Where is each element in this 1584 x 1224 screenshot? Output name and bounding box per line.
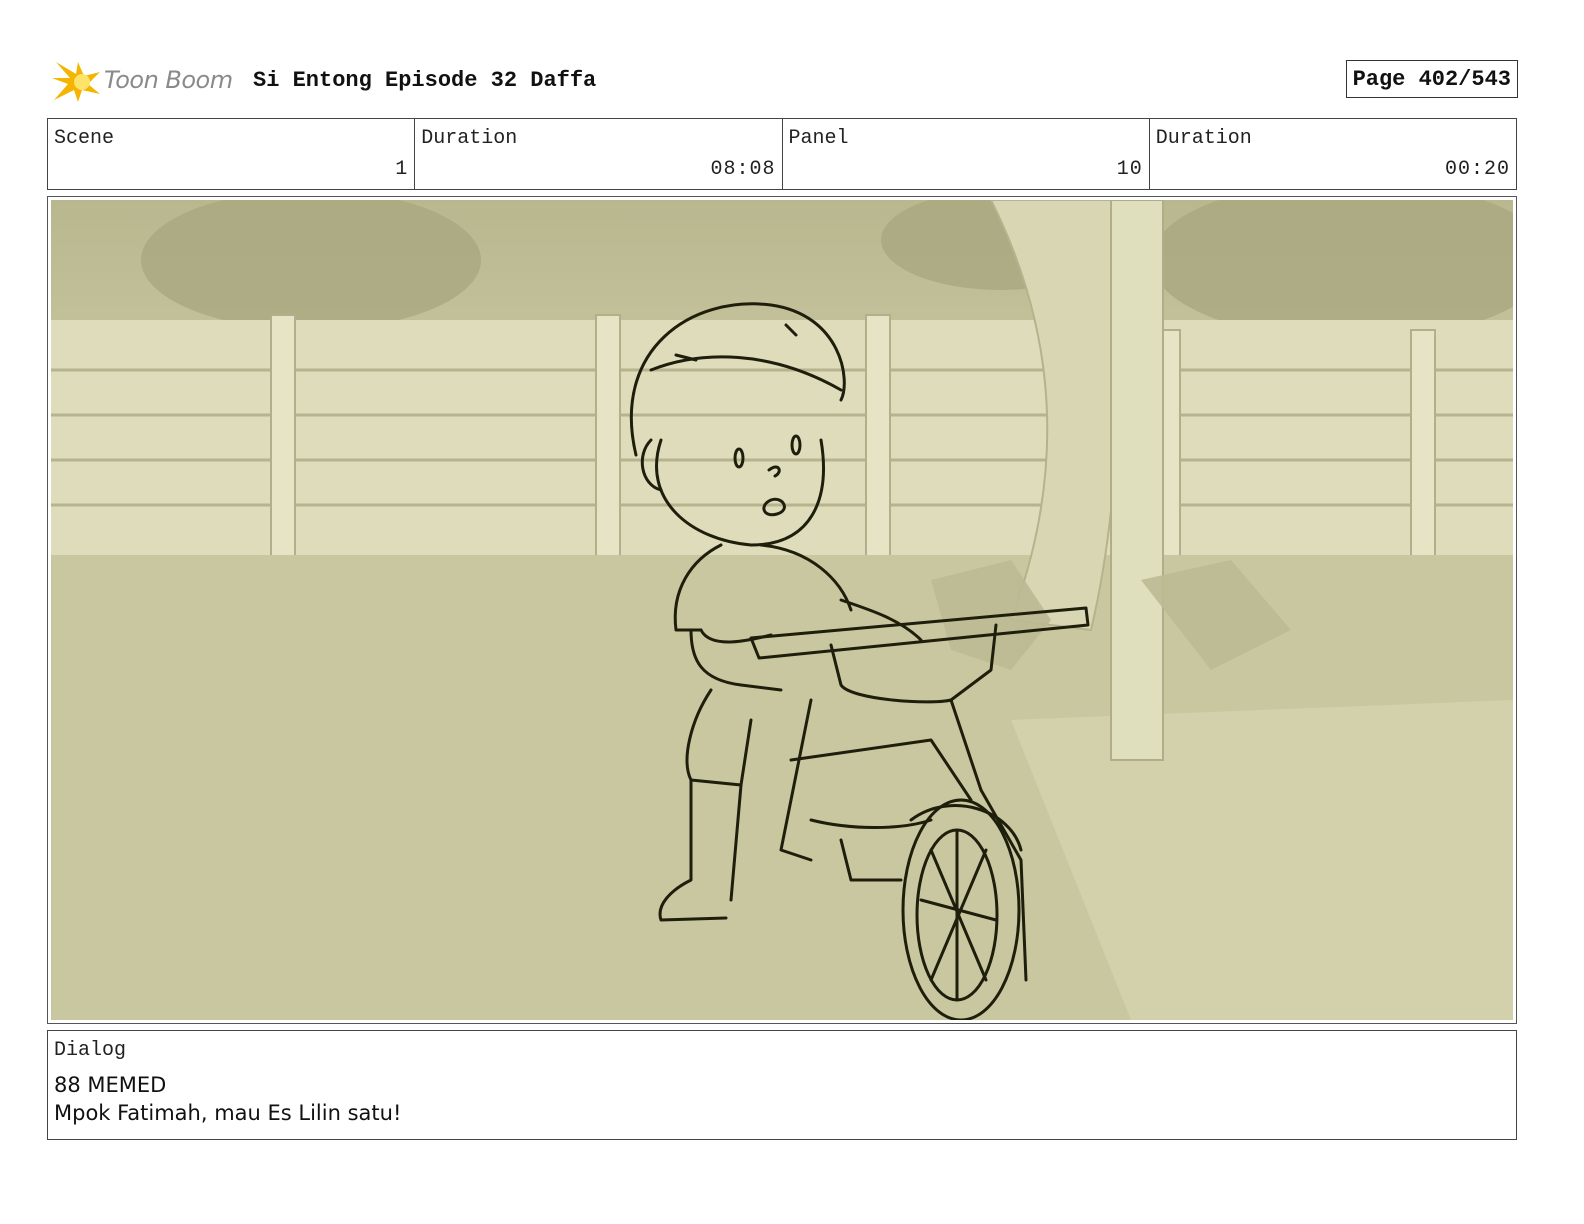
scene-label: Scene: [54, 127, 115, 150]
scene-duration-cell: Duration 08:08: [415, 119, 783, 189]
pole: [1110, 200, 1164, 761]
toon-boom-logo: Toon Boom: [52, 56, 242, 104]
panel-cell: Panel 10: [783, 119, 1150, 189]
panel-duration-label: Duration: [1155, 127, 1252, 150]
dialog-speech-line: Mpok Fatimah, mau Es Lilin satu!: [54, 1101, 402, 1125]
scene-duration-value: 08:08: [710, 158, 776, 181]
storyboard-panel-image: [51, 200, 1513, 1020]
dialog-character-line: 88 MEMED: [54, 1073, 167, 1097]
page-number: Page 402/543: [1345, 60, 1518, 98]
panel-label: Panel: [788, 127, 849, 150]
sketch-illustration: [51, 200, 1513, 1020]
panel-duration-cell: Duration 00:20: [1150, 119, 1516, 189]
storyboard-panel-frame: [47, 196, 1517, 1024]
panel-value: 10: [1116, 158, 1143, 181]
dialog-label: Dialog: [54, 1039, 127, 1062]
scene-value: 1: [395, 158, 409, 181]
page-header: Toon Boom Si Entong Episode 32 Daffa Pag…: [52, 56, 1518, 104]
scene-duration-label: Duration: [421, 127, 518, 150]
project-title: Si Entong Episode 32 Daffa: [253, 68, 597, 93]
dialog-box: Dialog 88 MEMED Mpok Fatimah, mau Es Lil…: [47, 1030, 1517, 1140]
scene-info-table: Scene 1 Duration 08:08 Panel 10 Duration…: [47, 118, 1517, 190]
fence-wall: [51, 314, 1513, 561]
scene-cell: Scene 1: [48, 119, 416, 189]
panel-duration-value: 00:20: [1444, 158, 1510, 181]
logo-text: Toon Boom: [104, 66, 233, 94]
starburst-logo-icon: [52, 62, 100, 102]
